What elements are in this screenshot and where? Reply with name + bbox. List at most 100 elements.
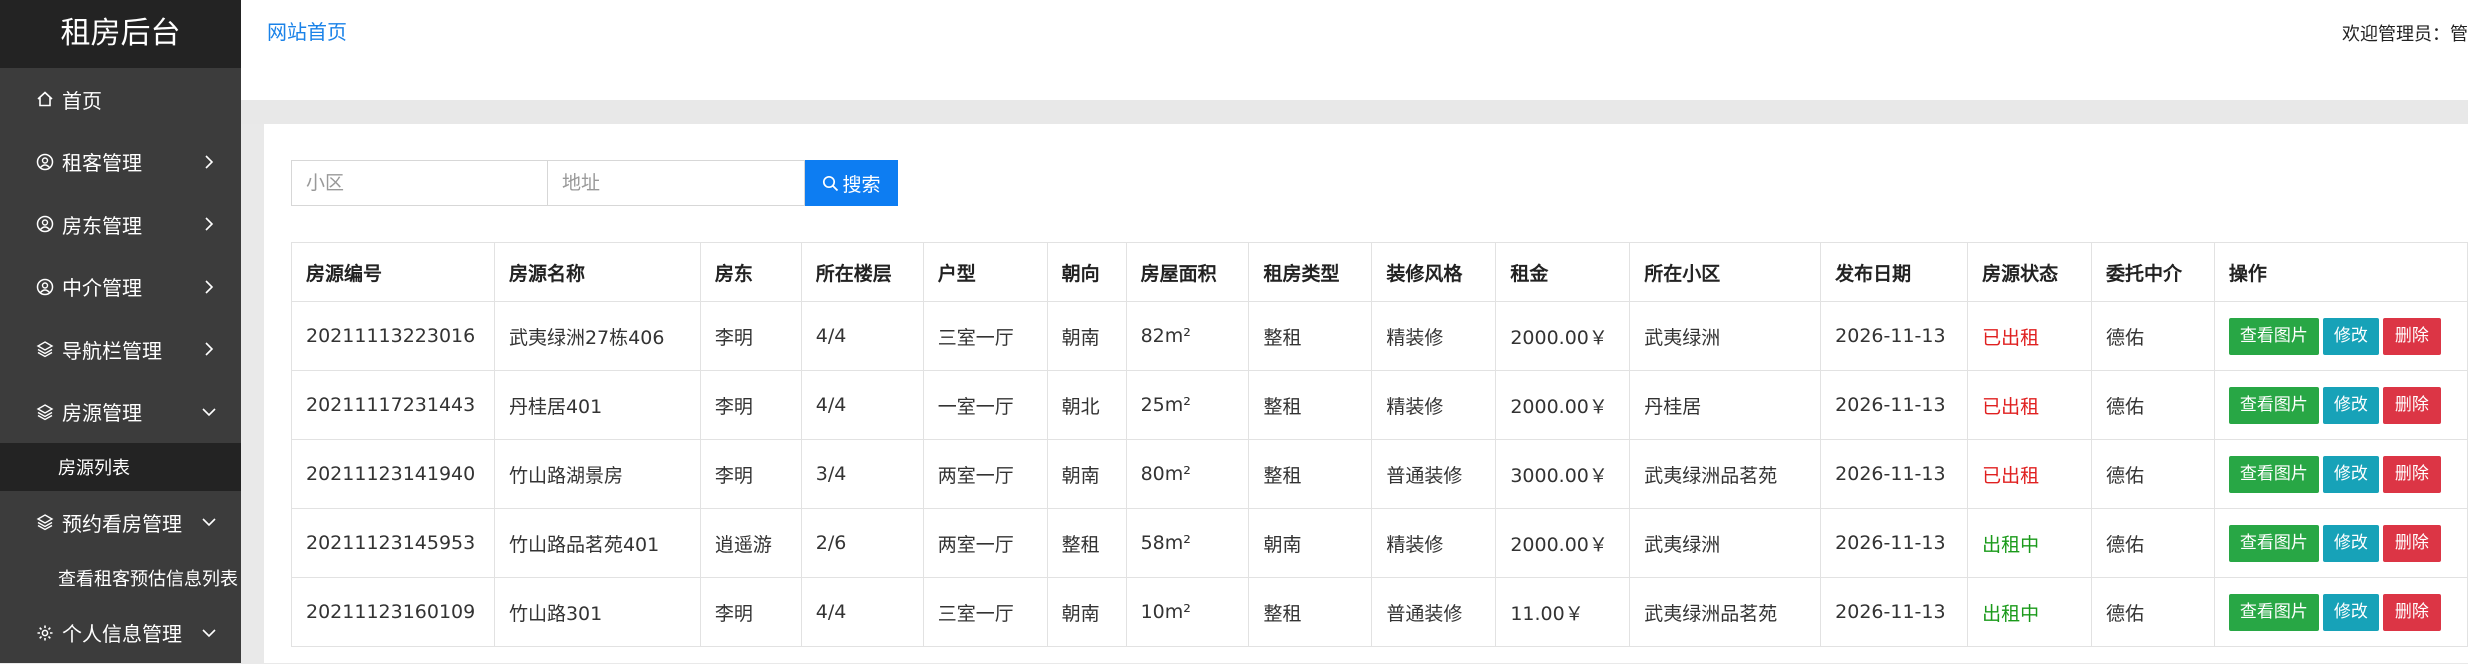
table-cell: 武夷绿洲27栋406 (494, 302, 700, 371)
home-icon (34, 88, 56, 110)
table-cell: 25m² (1126, 371, 1249, 440)
table-cell: 2000.00￥ (1496, 509, 1630, 578)
table-cell: 李明 (700, 302, 801, 371)
table-cell: 德佑 (2092, 440, 2215, 509)
table-cell: 两室一厅 (923, 509, 1047, 578)
table-cell: 李明 (700, 371, 801, 440)
table-cell: 3000.00￥ (1496, 440, 1630, 509)
delete-button[interactable]: 删除 (2383, 318, 2441, 355)
sidebar-item-label: 房源列表 (58, 454, 130, 480)
status-cell: 出租中 (1968, 578, 2092, 647)
search-button[interactable]: 搜索 (805, 160, 898, 206)
edit-button[interactable]: 修改 (2323, 594, 2379, 631)
sidebar-item-navbar[interactable]: 导航栏管理 (0, 318, 241, 381)
table-cell: 武夷绿洲 (1630, 509, 1821, 578)
status-cell: 已出租 (1968, 302, 2092, 371)
view-images-button[interactable]: 查看图片 (2229, 318, 2319, 355)
layers-icon (34, 338, 56, 360)
view-images-button[interactable]: 查看图片 (2229, 387, 2319, 424)
user-circle-icon (34, 213, 56, 235)
search-icon (822, 175, 839, 192)
sidebar-item-label: 房东管理 (62, 210, 142, 239)
edit-button[interactable]: 修改 (2323, 318, 2379, 355)
delete-button[interactable]: 删除 (2383, 456, 2441, 493)
edit-button[interactable]: 修改 (2323, 456, 2379, 493)
column-header: 房东 (700, 243, 801, 302)
sidebar-item-profile[interactable]: 个人信息管理 (0, 602, 241, 664)
table-cell: 竹山路301 (494, 578, 700, 647)
sidebar-item-viewing-appointments[interactable]: 预约看房管理 (0, 491, 241, 554)
table-row: 20211123141940竹山路湖景房李明3/4两室一厅朝南80m²整租普通装… (292, 440, 2468, 509)
sidebar-item-label: 查看租客预估信息列表 (58, 565, 238, 591)
view-images-button[interactable]: 查看图片 (2229, 594, 2319, 631)
table-cell: 2026-11-13 (1821, 302, 1968, 371)
chevron-right-icon (201, 154, 217, 170)
community-search-input[interactable] (291, 160, 548, 206)
table-cell: 精装修 (1372, 509, 1496, 578)
actions-cell: 查看图片修改删除 (2214, 371, 2467, 440)
column-header: 户型 (923, 243, 1047, 302)
sidebar-item-label: 预约看房管理 (62, 508, 182, 537)
table-header-row: 房源编号房源名称房东所在楼层户型朝向房屋面积租房类型装修风格租金所在小区发布日期… (292, 243, 2468, 302)
chevron-down-icon (201, 514, 217, 530)
sidebar-item-agent[interactable]: 中介管理 (0, 256, 241, 319)
sidebar-item-tenant[interactable]: 租客管理 (0, 131, 241, 194)
sidebar-item-landlord[interactable]: 房东管理 (0, 193, 241, 256)
table-cell: 10m² (1126, 578, 1249, 647)
table-cell: 德佑 (2092, 302, 2215, 371)
delete-button[interactable]: 删除 (2383, 387, 2441, 424)
user-circle-icon (34, 151, 56, 173)
table-row: 20211123145953竹山路品茗苑401逍遥游2/6两室一厅整租58m²朝… (292, 509, 2468, 578)
table-cell: 德佑 (2092, 578, 2215, 647)
table-cell: 4/4 (801, 371, 923, 440)
edit-button[interactable]: 修改 (2323, 387, 2379, 424)
table-cell: 4/4 (801, 578, 923, 647)
table-cell: 朝南 (1249, 509, 1372, 578)
table-cell: 2000.00￥ (1496, 302, 1630, 371)
sidebar-item-label: 首页 (62, 85, 102, 114)
layers-icon (34, 511, 56, 533)
sidebar-item-housing[interactable]: 房源管理 (0, 381, 241, 444)
address-search-input[interactable] (548, 160, 805, 206)
table-cell: 逍遥游 (700, 509, 801, 578)
chevron-down-icon (201, 625, 217, 641)
table-cell: 整租 (1249, 578, 1372, 647)
table-cell: 20211123141940 (292, 440, 495, 509)
status-cell: 已出租 (1968, 440, 2092, 509)
table-cell: 朝南 (1047, 440, 1126, 509)
table-cell: 58m² (1126, 509, 1249, 578)
table-cell: 李明 (700, 440, 801, 509)
sidebar-subitem-tenant-estimates[interactable]: 查看租客预估信息列表 (0, 554, 241, 602)
table-cell: 2026-11-13 (1821, 440, 1968, 509)
column-header: 房源状态 (1968, 243, 2092, 302)
sidebar-item-home[interactable]: 首页 (0, 68, 241, 131)
actions-cell: 查看图片修改删除 (2214, 302, 2467, 371)
actions-cell: 查看图片修改删除 (2214, 509, 2467, 578)
website-home-link[interactable]: 网站首页 (267, 16, 347, 45)
table-cell: 武夷绿洲 (1630, 302, 1821, 371)
sidebar-subitem-housing-list[interactable]: 房源列表 (0, 443, 241, 491)
column-header: 租金 (1496, 243, 1630, 302)
table-cell: 德佑 (2092, 371, 2215, 440)
table-cell: 20211123145953 (292, 509, 495, 578)
table-cell: 丹桂居401 (494, 371, 700, 440)
edit-button[interactable]: 修改 (2323, 525, 2379, 562)
sidebar-item-label: 房源管理 (62, 397, 142, 426)
column-header: 朝向 (1047, 243, 1126, 302)
chevron-down-icon (201, 404, 217, 420)
delete-button[interactable]: 删除 (2383, 594, 2441, 631)
column-header: 装修风格 (1372, 243, 1496, 302)
view-images-button[interactable]: 查看图片 (2229, 456, 2319, 493)
search-bar: 搜索 (291, 160, 898, 206)
column-header: 操作 (2214, 243, 2467, 302)
table-cell: 武夷绿洲品茗苑 (1630, 440, 1821, 509)
sidebar-item-label: 个人信息管理 (62, 618, 182, 647)
table-cell: 三室一厅 (923, 578, 1047, 647)
table-cell: 精装修 (1372, 371, 1496, 440)
table-cell: 3/4 (801, 440, 923, 509)
column-header: 发布日期 (1821, 243, 1968, 302)
delete-button[interactable]: 删除 (2383, 525, 2441, 562)
view-images-button[interactable]: 查看图片 (2229, 525, 2319, 562)
table-cell: 德佑 (2092, 509, 2215, 578)
table-cell: 20211113223016 (292, 302, 495, 371)
